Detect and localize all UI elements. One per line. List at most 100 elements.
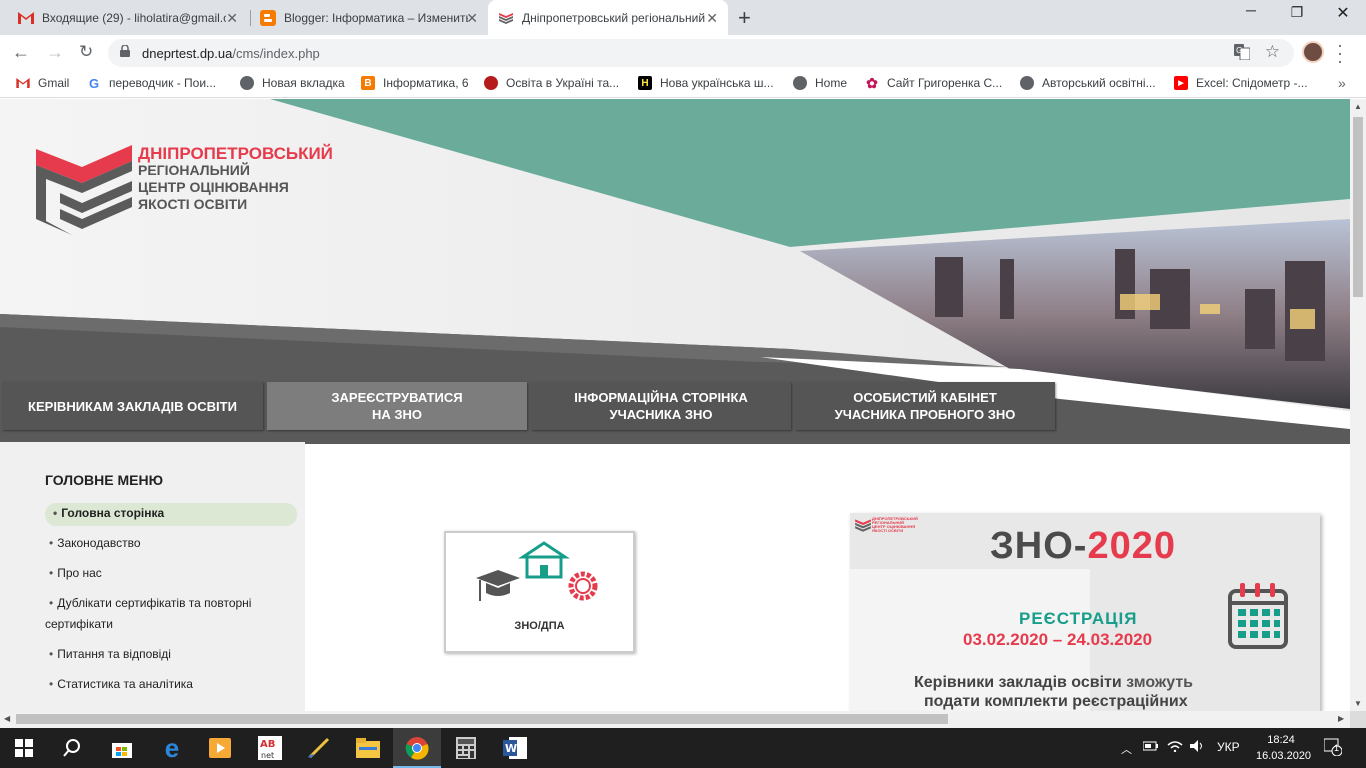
windows-taskbar: e AB net W ︿ УКР 18:24 16.03.2020 1 xyxy=(0,728,1366,768)
sidebar-item-duplicates[interactable]: • Дублікати сертифікатів та повторні серти… xyxy=(45,593,297,635)
sidebar: ГОЛОВНЕ МЕНЮ • Головна сторінка • Законода… xyxy=(0,442,305,711)
bookmark-new-tab[interactable]: Новая вкладка xyxy=(240,76,345,90)
tab-dneprtest[interactable]: Дніпропетровський регіональний ✕ xyxy=(488,0,728,35)
svg-text:net: net xyxy=(261,751,274,760)
profile-avatar[interactable] xyxy=(1302,41,1324,63)
bookmark-excel[interactable]: ▶ Excel: Спідометр -... xyxy=(1174,76,1308,90)
battery-icon[interactable] xyxy=(1142,740,1159,754)
bookmark-label: Авторський освітні... xyxy=(1042,76,1156,90)
bookmark-gmail[interactable]: Gmail xyxy=(16,76,69,90)
globe-icon xyxy=(240,76,254,90)
nav-label: ОСОБИСТИЙ КАБІНЕТ УЧАСНИКА ПРОБНОГО ЗНО xyxy=(834,390,1016,422)
store-icon[interactable] xyxy=(110,736,134,760)
sidebar-item-statistics[interactable]: • Статистика та аналітика xyxy=(45,674,297,695)
scroll-right-icon[interactable]: ▶ xyxy=(1338,714,1344,723)
calculator-icon[interactable] xyxy=(454,736,478,760)
sidebar-item-home[interactable]: • Головна сторінка xyxy=(45,503,297,526)
nav-label: ІНФОРМАЦІЙНА СТОРІНКА УЧАСНИКА ЗНО xyxy=(574,390,748,422)
abc-app-icon[interactable]: AB net xyxy=(258,736,282,760)
sidebar-item-about[interactable]: • Про нас xyxy=(45,563,297,584)
site-logo-text[interactable]: ДНІПРОПЕТРОВСЬКИЙ РЕГІОНАЛЬНИЙ ЦЕНТР ОЦІ… xyxy=(138,145,333,213)
translate-icon[interactable]: G xyxy=(1234,44,1251,63)
close-icon[interactable]: ✕ xyxy=(706,10,718,27)
flower-icon: ✿ xyxy=(866,74,878,91)
forward-button[interactable]: → xyxy=(46,42,64,63)
scroll-left-icon[interactable]: ◀ xyxy=(4,714,10,723)
banner-registration-dates: 03.02.2020 – 24.03.2020 xyxy=(963,630,1153,649)
scroll-down-icon[interactable]: ▼ xyxy=(1354,699,1362,708)
site-logo-icon xyxy=(855,519,871,532)
reload-button[interactable]: ↻ xyxy=(79,42,93,62)
paint-icon[interactable] xyxy=(308,736,332,760)
nav-register-zno[interactable]: ЗАРЕЄСТРУВАТИСЯ НА ЗНО xyxy=(267,382,527,430)
minimize-button[interactable]: ─ xyxy=(1228,2,1274,18)
bookmark-home[interactable]: Home xyxy=(793,76,847,90)
zno-dpa-card[interactable]: ЗНО/ДПА xyxy=(444,531,635,653)
tab-gmail[interactable]: Входящие (29) - liholatira@gmail.com ✕ xyxy=(8,0,248,35)
tab-title: Blogger: Інформатика – Изменить xyxy=(284,10,468,25)
bookmark-label: Home xyxy=(815,76,848,90)
new-tab-button[interactable]: + xyxy=(738,5,751,31)
scroll-thumb[interactable] xyxy=(16,714,948,724)
bookmark-author[interactable]: Авторський освітні... xyxy=(1020,76,1156,90)
clock-time: 18:24 xyxy=(1267,734,1295,746)
svg-text:G: G xyxy=(1236,46,1242,55)
sidebar-item-faq[interactable]: • Питання та відповіді xyxy=(45,644,297,665)
gmail-icon xyxy=(18,10,34,26)
scroll-thumb[interactable] xyxy=(1353,117,1363,297)
bookmark-translator[interactable]: G переводчик - Пои... xyxy=(87,76,217,91)
bookmarks-overflow-icon[interactable]: » xyxy=(1338,75,1346,91)
notification-center-icon[interactable]: 1 xyxy=(1323,738,1343,759)
close-icon[interactable]: ✕ xyxy=(226,10,238,27)
nav-school-heads[interactable]: КЕРІВНИКАМ ЗАКЛАДІВ ОСВІТИ xyxy=(2,382,263,430)
word-icon[interactable]: W xyxy=(503,736,527,760)
vertical-scrollbar[interactable]: ▲ ▼ xyxy=(1350,99,1366,711)
tab-blogger[interactable]: Blogger: Інформатика – Изменить ✕ xyxy=(250,0,488,35)
chrome-icon[interactable] xyxy=(405,736,429,760)
more-menu-icon[interactable]: · · · xyxy=(1337,36,1343,70)
bookmark-label: Інформатика, 6 xyxy=(383,76,469,90)
bookmark-label: Новая вкладка xyxy=(262,76,345,90)
bookmark-nush[interactable]: Н Нова українська ш... xyxy=(638,76,774,90)
wifi-icon[interactable] xyxy=(1167,740,1183,755)
blogger-icon xyxy=(260,9,276,26)
nav-info-page[interactable]: ІНФОРМАЦІЙНА СТОРІНКА УЧАСНИКА ЗНО xyxy=(531,382,791,430)
globe-icon xyxy=(1020,76,1034,90)
close-icon[interactable]: ✕ xyxy=(466,10,478,27)
gmail-icon xyxy=(16,76,30,90)
close-window-button[interactable]: ✕ xyxy=(1320,3,1366,23)
back-button[interactable]: ← xyxy=(12,42,30,63)
bookmark-label: Освіта в Україні та... xyxy=(506,76,620,90)
language-indicator[interactable]: УКР xyxy=(1217,740,1240,754)
edge-icon[interactable]: e xyxy=(160,733,184,763)
bookmark-star-icon[interactable]: ☆ xyxy=(1265,42,1280,62)
windows-start-icon[interactable] xyxy=(12,736,36,760)
volume-icon[interactable] xyxy=(1190,740,1206,755)
graduation-school-gear-icon xyxy=(476,541,598,601)
maximize-button[interactable]: ❐ xyxy=(1274,4,1320,21)
youtube-icon: ▶ xyxy=(1174,76,1188,90)
bookmark-label: Gmail xyxy=(38,76,70,90)
logo-line-3: ЦЕНТР ОЦІНЮВАННЯ xyxy=(138,179,289,195)
browser-toolbar: ← → ↻ dneprtest.dp.ua/cms/index.php G ☆ xyxy=(0,35,1366,71)
tab-title: Дніпропетровський регіональний xyxy=(522,10,706,25)
logo-line-4: ЯКОСТІ ОСВІТИ xyxy=(138,196,248,212)
bookmark-informatika[interactable]: B Інформатика, 6 xyxy=(361,76,469,90)
bookmark-grygorenko[interactable]: ✿ Сайт Григоренка С... xyxy=(865,74,1002,91)
nav-personal-cabinet[interactable]: ОСОБИСТИЙ КАБІНЕТ УЧАСНИКА ПРОБНОГО ЗНО xyxy=(795,382,1055,430)
bookmark-osvita[interactable]: Освіта в Україні та... xyxy=(484,76,619,90)
media-player-icon[interactable] xyxy=(208,736,232,760)
search-icon[interactable] xyxy=(60,736,84,760)
bookmark-label: Excel: Спідометр -... xyxy=(1196,76,1308,90)
zno-2020-banner[interactable]: ДНІПРОПЕТРОВСЬКИЙ РЕГІОНАЛЬНИЙ ЦЕНТР ОЦІНЮ… xyxy=(850,513,1320,711)
bookmark-label: переводчик - Пои... xyxy=(109,76,217,90)
address-bar[interactable]: dneprtest.dp.ua/cms/index.php G ☆ xyxy=(108,39,1294,67)
file-explorer-icon[interactable] xyxy=(356,736,380,760)
tray-chevron-icon[interactable]: ︿ xyxy=(1121,741,1132,757)
horizontal-scrollbar[interactable]: ◀ ▶ xyxy=(0,711,1350,728)
system-clock[interactable]: 18:24 16.03.2020 xyxy=(1256,732,1311,764)
scroll-up-icon[interactable]: ▲ xyxy=(1354,102,1362,111)
site-logo-icon xyxy=(498,10,514,26)
sidebar-item-legislation[interactable]: • Законодавство xyxy=(45,533,297,554)
banner-title: ЗНО-2020 xyxy=(990,525,1177,567)
